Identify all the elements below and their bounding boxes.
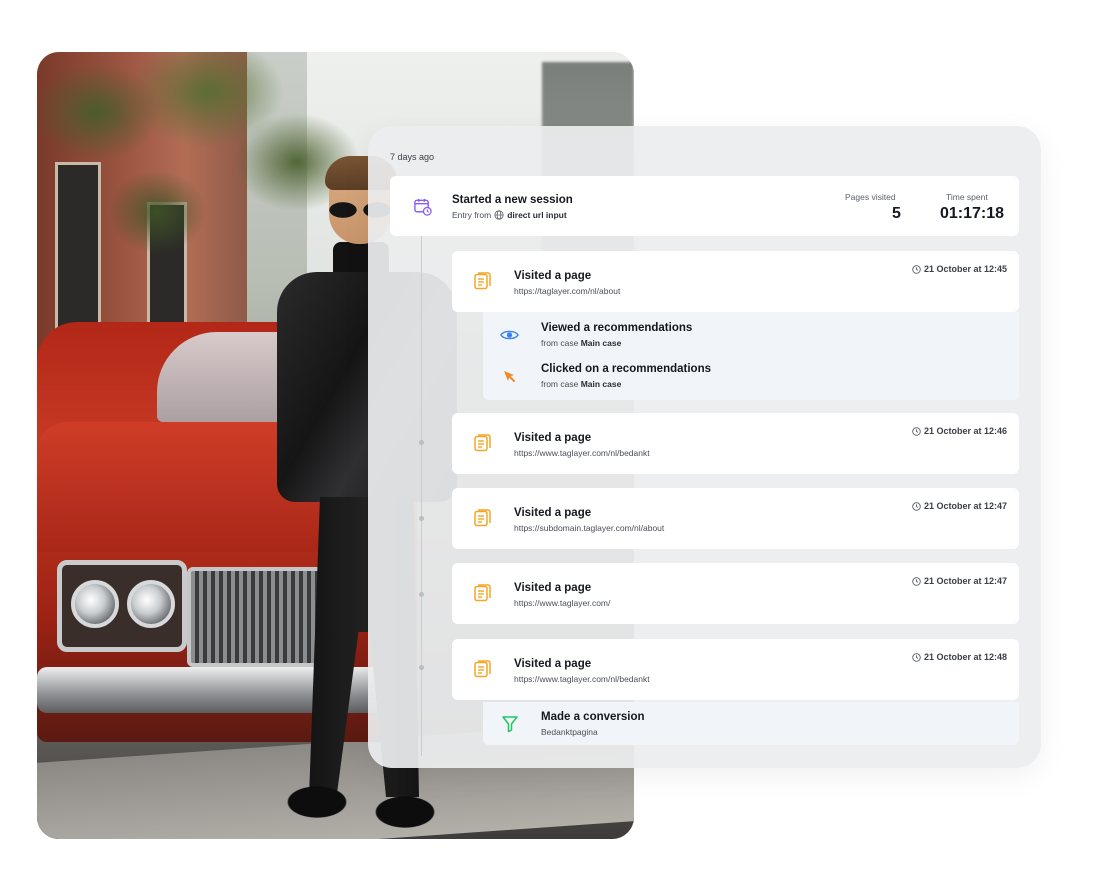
page-visit-url[interactable]: https://taglayer.com/nl/about [514,286,620,296]
page-visit-time-text: 21 October at 12:45 [923,264,1007,274]
event-title: Viewed a recommendations [541,322,693,334]
event-source: from case Main case [541,338,621,348]
page-visit-url[interactable]: https://subdomain.taglayer.com/nl/about [514,523,664,533]
clock-icon [912,501,921,511]
page-visit-title: Visited a page [514,270,592,282]
page-visit-time-text: 21 October at 12:47 [923,501,1007,511]
document-icon [472,271,492,291]
time-spent-label: Time spent [946,192,988,202]
funnel-icon [500,714,520,734]
conversion-event[interactable]: Made a conversion Bedanktpagina [483,702,1019,745]
document-icon [472,508,492,528]
page-visit-url[interactable]: https://www.taglayer.com/nl/bedankt [514,448,650,458]
document-icon [472,433,492,453]
time-spent-value: 01:17:18 [940,205,1005,222]
session-entry-prefix: Entry from [452,210,492,220]
clock-icon [912,426,921,436]
event-item[interactable]: Viewed a recommendations from case Main … [483,312,1019,356]
page-visit-time: 21 October at 12:45 [912,264,1007,274]
conversion-title: Made a conversion [541,711,645,723]
timeline-date-label: 7 days ago [390,152,435,162]
session-entry: Entry from direct url input [452,210,567,220]
session-title: Started a new session [452,194,573,206]
event-item[interactable]: Clicked on a recommendations from case M… [483,356,1019,400]
timeline-dot [419,665,424,670]
event-case-name: Main case [580,338,622,348]
session-timeline-panel: 7 days ago Started a new session Entry f… [368,126,1041,768]
pages-visited-value: 5 [892,205,901,222]
clock-icon [912,652,921,662]
timeline-dot [419,440,424,445]
page-visit-title: Visited a page [514,658,592,670]
event-case-name: Main case [580,379,622,389]
session-start-card[interactable]: Started a new session Entry from direct … [390,176,1019,236]
page-visit-time: 21 October at 12:47 [912,576,1007,586]
page-visit-time-text: 21 October at 12:46 [923,426,1007,436]
page-visit-card[interactable]: Visited a page https://taglayer.com/nl/a… [452,251,1019,312]
page-visit-url[interactable]: https://www.taglayer.com/ [514,598,610,608]
clock-icon [912,576,921,586]
timeline-line [421,236,422,756]
event-source: from case Main case [541,379,621,389]
document-icon [472,583,492,603]
timeline-dot [419,592,424,597]
conversion-detail: Bedanktpagina [541,727,598,737]
document-icon [472,659,492,679]
page-visit-title: Visited a page [514,507,592,519]
globe-icon [494,210,504,220]
page-visit-card[interactable]: Visited a page https://www.taglayer.com/… [452,639,1019,700]
cursor-click-icon [499,366,519,386]
clock-icon [912,264,921,274]
page-visit-time: 21 October at 12:48 [912,652,1007,662]
page-visit-url[interactable]: https://www.taglayer.com/nl/bedankt [514,674,650,684]
page-visit-card[interactable]: Visited a page https://www.taglayer.com/… [452,563,1019,624]
timeline-dot [419,516,424,521]
page-visit-title: Visited a page [514,432,592,444]
page-visit-time-text: 21 October at 12:47 [923,576,1007,586]
event-title: Clicked on a recommendations [541,363,711,375]
eye-icon [499,325,519,345]
calendar-clock-icon [412,196,432,216]
page-visit-time-text: 21 October at 12:48 [923,652,1007,662]
page-visit-title: Visited a page [514,582,592,594]
page-visit-time: 21 October at 12:46 [912,426,1007,436]
session-entry-source: direct url input [507,210,567,220]
pages-visited-label: Pages visited [845,192,896,202]
event-source-prefix: from case [541,338,579,348]
page-events-list: Viewed a recommendations from case Main … [483,312,1019,400]
event-source-prefix: from case [541,379,579,389]
page-visit-card[interactable]: Visited a page https://subdomain.taglaye… [452,488,1019,549]
page-visit-card[interactable]: Visited a page https://www.taglayer.com/… [452,413,1019,474]
page-visit-time: 21 October at 12:47 [912,501,1007,511]
